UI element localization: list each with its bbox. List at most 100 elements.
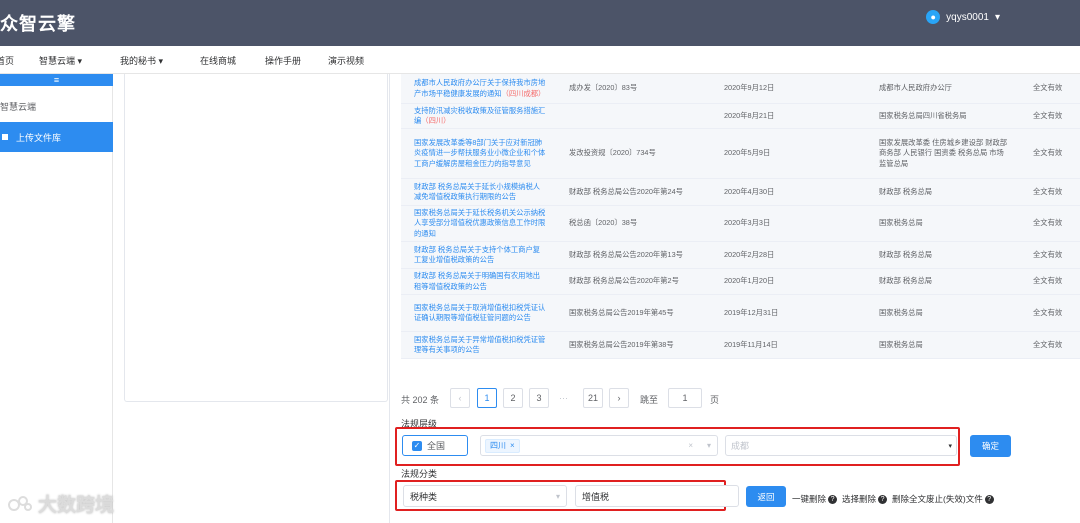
region-tag: （四川） <box>421 116 451 125</box>
issuer: 国家税务总局四川省税务局 <box>879 110 967 120</box>
province-select[interactable]: 四川 × × ▾ <box>480 435 718 456</box>
table-row[interactable]: 国家发展改革委等8部门关于应对新冠肺炎疫情进一步帮扶服务业小微企业和个体工商户缓… <box>401 129 1080 179</box>
status: 全文有效 <box>1033 276 1063 286</box>
table-row[interactable]: 国家税务总局关于异常增值税扣税凭证管理等有关事项的公告 国家税务总局公告2019… <box>401 332 1080 359</box>
issuer: 财政部 税务总局 <box>879 276 933 286</box>
status: 全文有效 <box>1033 218 1063 228</box>
delete-selected-link[interactable]: 选择删除 <box>842 493 876 505</box>
table-row[interactable]: 财政部 税务总局关于明确国有农用地出租等增值税政策的公告 财政部 税务总局公告2… <box>401 269 1080 295</box>
regulation-title-link[interactable]: 支持防汛减灾税收政策及征管服务措施汇编（四川） <box>414 104 546 128</box>
doc-number: 税总函〔2020〕38号 <box>569 218 638 228</box>
watermark: 大数跨境 <box>8 490 114 517</box>
publish-date: 2019年12月31日 <box>724 307 779 317</box>
tax-select[interactable]: 增值税 <box>575 485 739 507</box>
table-row[interactable]: 国家税务总局关于延长税务机关公示纳税人享受部分增值税优惠政策信息工作时限的通知 … <box>401 206 1080 242</box>
total-count: 共 202 条 <box>401 395 440 405</box>
regulation-title-link[interactable]: 财政部 税务总局关于明确国有农用地出租等增值税政策的公告 <box>414 269 546 294</box>
publish-date: 2020年1月20日 <box>724 276 775 286</box>
city-select[interactable]: 成都 ▾ <box>725 435 957 456</box>
help-icon[interactable]: ? <box>878 494 888 504</box>
city-placeholder: 成都 <box>731 441 750 451</box>
regulation-title-link[interactable]: 国家税务总局关于取消增值税扣税凭证认证确认期限等增值税征管问题的公告 <box>414 295 546 331</box>
user-avatar-icon: ● <box>926 10 941 24</box>
nav-my-secretary[interactable]: 我的秘书 ▾ <box>120 54 163 67</box>
category-type-select[interactable]: 税种类 ▾ <box>403 485 567 507</box>
delete-obsolete-link[interactable]: 删除全文废止(失效)文件 <box>892 493 983 505</box>
selected-tag: 四川 × <box>485 438 520 453</box>
chevron-down-icon: ▾ <box>77 56 83 66</box>
chevron-down-icon: ▾ <box>555 491 560 501</box>
nav-home[interactable]: 首页 <box>0 54 14 67</box>
user-menu[interactable]: ● yqys0001 ▾ <box>926 10 1000 24</box>
nav-label: 我的秘书 <box>120 56 157 66</box>
doc-number: 国家税务总局公告2019年第38号 <box>569 339 674 349</box>
regulation-title-link[interactable]: 国家税务总局关于延长税务机关公示纳税人享受部分增值税优惠政策信息工作时限的通知 <box>414 206 546 241</box>
file-icon <box>2 134 8 140</box>
jump-label: 跳至 <box>640 395 659 405</box>
table-row[interactable]: 成都市人民政府办公厅关于保持我市房地产市场平稳健康发展的通知（四川成都） 成办发… <box>401 74 1080 104</box>
status: 全文有效 <box>1033 307 1063 317</box>
back-button[interactable]: 返回 <box>746 486 786 507</box>
regulation-title-link[interactable]: 国家发展改革委等8部门关于应对新冠肺炎疫情进一步帮扶服务业小微企业和个体工商户缓… <box>414 129 546 178</box>
table-row[interactable]: 财政部 税务总局关于延长小规模纳税人减免增值税政策执行期限的公告 财政部 税务总… <box>401 179 1080 206</box>
publish-date: 2020年8月21日 <box>724 110 775 120</box>
close-icon[interactable]: × <box>510 441 515 450</box>
national-checkbox[interactable]: ✓ 全国 <box>402 435 468 456</box>
chevron-down-icon: ▾ <box>948 442 952 450</box>
nav-manual[interactable]: 操作手册 <box>265 54 301 67</box>
page-button[interactable]: 2 <box>503 388 523 408</box>
publish-date: 2019年11月14日 <box>724 339 778 349</box>
tag-label: 四川 <box>490 441 506 450</box>
doc-number: 财政部 税务总局公告2020年第2号 <box>569 276 679 286</box>
sidebar-item-upload[interactable]: 上传文件库 <box>0 122 113 152</box>
select-value: 增值税 <box>582 491 610 502</box>
prev-page-icon[interactable]: ‹ <box>450 388 470 408</box>
delete-all-link[interactable]: 一键删除 <box>792 493 826 505</box>
ellipsis-icon[interactable]: ··· <box>559 393 568 403</box>
status: 全文有效 <box>1033 186 1063 196</box>
nav-online-store[interactable]: 在线商城 <box>200 54 236 67</box>
regulation-title-link[interactable]: 财政部 税务总局关于延长小规模纳税人减免增值税政策执行期限的公告 <box>414 179 546 205</box>
page-button[interactable]: 3 <box>529 388 549 408</box>
sidebar-toggle-icon[interactable]: ≡ <box>0 74 113 86</box>
clear-icon[interactable]: × <box>688 441 693 450</box>
tree-panel <box>124 74 388 402</box>
watermark-text: 大数跨境 <box>38 495 115 516</box>
help-icon[interactable]: ? <box>828 494 838 504</box>
nav-smart-cloud[interactable]: 智慧云端 ▾ <box>39 54 82 67</box>
issuer: 国家税务总局 <box>879 339 923 349</box>
confirm-button[interactable]: 确定 <box>970 435 1011 457</box>
chevron-down-icon: ▾ <box>994 11 1000 23</box>
nav-demo-video[interactable]: 演示视频 <box>328 54 364 67</box>
table-row[interactable]: 支持防汛减灾税收政策及征管服务措施汇编（四川） 2020年8月21日 国家税务总… <box>401 104 1080 129</box>
doc-number: 国家税务总局公告2019年第45号 <box>569 307 674 317</box>
chevron-down-icon: ▾ <box>158 56 164 66</box>
table-row[interactable]: 财政部 税务总局关于支持个体工商户复工复业增值税政策的公告 财政部 税务总局公告… <box>401 242 1080 269</box>
regulation-title-link[interactable]: 财政部 税务总局关于支持个体工商户复工复业增值税政策的公告 <box>414 242 546 268</box>
regulation-title-link[interactable]: 成都市人民政府办公厅关于保持我市房地产市场平稳健康发展的通知（四川成都） <box>414 74 546 103</box>
issuer: 财政部 税务总局 <box>879 186 933 196</box>
issuer: 国家发展改革委 住房城乡建设部 财政部 商务部 人民银行 国资委 税务总局 市场… <box>879 137 1008 168</box>
issuer: 国家税务总局 <box>879 218 923 228</box>
watermark-logo-icon <box>8 495 32 511</box>
page-button[interactable]: 1 <box>477 388 497 408</box>
doc-number: 发改投资规〔2020〕734号 <box>569 148 656 158</box>
status: 全文有效 <box>1033 339 1063 349</box>
jump-input[interactable]: 1 <box>668 388 702 408</box>
regulation-title-link[interactable]: 国家税务总局关于异常增值税扣税凭证管理等有关事项的公告 <box>414 332 546 358</box>
doc-number <box>569 104 709 128</box>
action-links: 一键删除 ? 选择删除 ? 删除全文废止(失效)文件 ? <box>792 493 994 505</box>
page-button[interactable]: 21 <box>583 388 603 408</box>
publish-date: 2020年4月30日 <box>724 186 775 196</box>
status: 全文有效 <box>1033 249 1063 259</box>
sidebar-item-label: 上传文件库 <box>16 132 62 143</box>
next-page-icon[interactable]: › <box>609 388 629 408</box>
brand-logo[interactable]: 众智云擎 <box>0 10 76 36</box>
main-nav: 首页 智慧云端 ▾ 我的秘书 ▾ 在线商城 操作手册 演示视频 <box>0 46 1080 74</box>
page-unit: 页 <box>710 395 720 405</box>
issuer: 财政部 税务总局 <box>879 249 933 259</box>
table-row[interactable]: 国家税务总局关于取消增值税扣税凭证认证确认期限等增值税征管问题的公告 国家税务总… <box>401 295 1080 332</box>
help-icon[interactable]: ? <box>984 494 994 504</box>
issuer: 成都市人民政府办公厅 <box>879 83 952 93</box>
sidebar-title: 智慧云端 <box>0 102 37 112</box>
